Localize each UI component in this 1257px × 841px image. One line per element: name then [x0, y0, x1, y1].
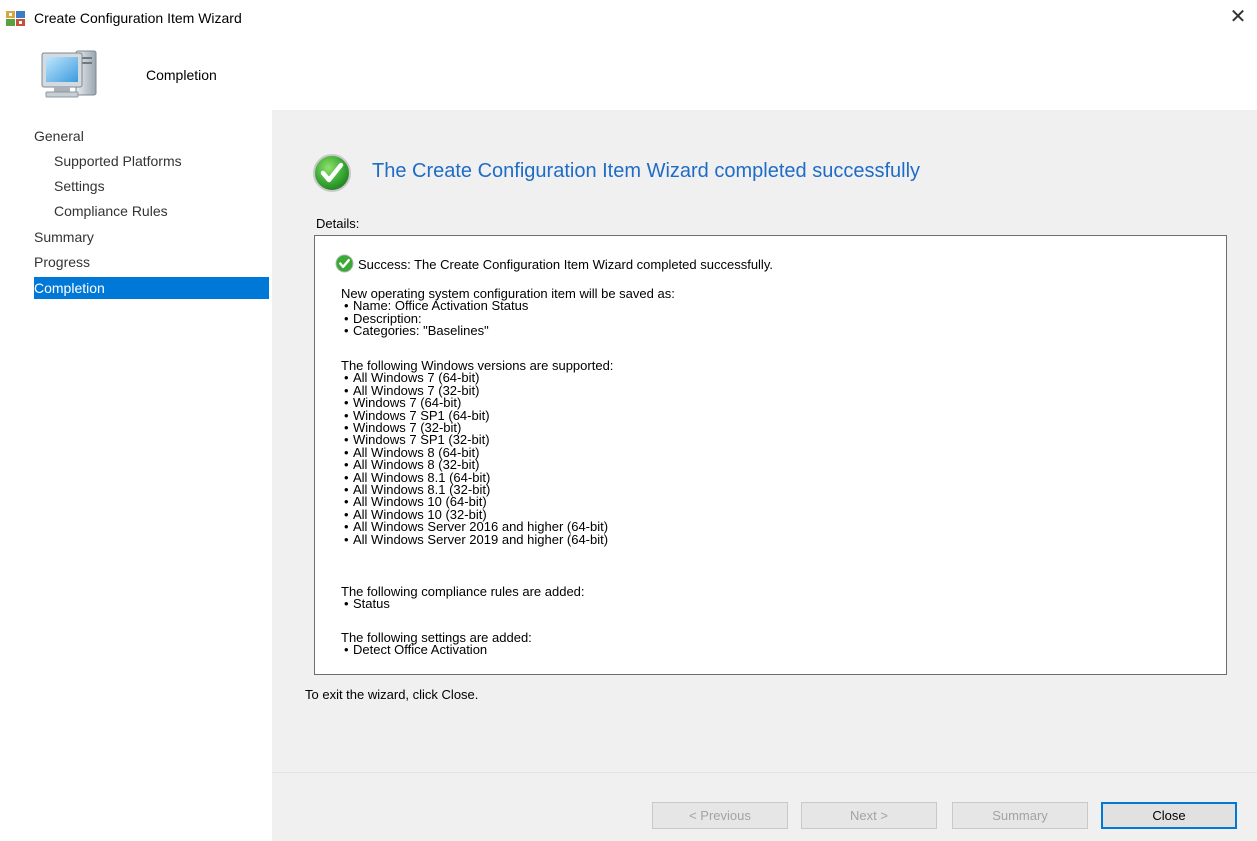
- wizard-header: Completion: [0, 38, 1257, 110]
- list-item: Categories: "Baselines": [341, 324, 675, 338]
- settings-section: The following settings are added: Detect…: [341, 631, 532, 657]
- versions-section: The following Windows versions are suppo…: [341, 359, 613, 547]
- previous-button[interactable]: < Previous: [652, 802, 788, 829]
- list-item: Detect Office Activation: [341, 643, 532, 657]
- list-item: Status: [341, 597, 585, 611]
- nav-item-label: Completion: [34, 280, 105, 296]
- exit-instructions: To exit the wizard, click Close.: [305, 687, 479, 702]
- compliance-rules-section: The following compliance rules are added…: [341, 585, 585, 611]
- nav-item-summary[interactable]: Summary: [34, 226, 269, 248]
- wizard-nav: General Supported Platforms Settings Com…: [0, 110, 272, 841]
- nav-item-label: General: [34, 128, 84, 144]
- summary-button[interactable]: Summary: [952, 802, 1088, 829]
- rules-list: Status: [341, 597, 585, 611]
- title-bar: Create Configuration Item Wizard ✕: [0, 0, 1257, 38]
- close-icon: ✕: [1229, 6, 1247, 28]
- nav-item-label: Settings: [54, 178, 105, 194]
- wizard-app-icon: [6, 11, 25, 26]
- footer-divider: [272, 772, 1257, 773]
- versions-list: All Windows 7 (64-bit) All Windows 7 (32…: [341, 371, 613, 546]
- close-window-button[interactable]: ✕: [1227, 6, 1249, 28]
- nav-item-label: Progress: [34, 254, 91, 270]
- nav-item-general[interactable]: General: [34, 125, 269, 147]
- success-check-icon: [313, 154, 351, 192]
- nav-item-supported-platforms[interactable]: Supported Platforms: [34, 150, 269, 172]
- nav-item-compliance-rules[interactable]: Compliance Rules: [34, 200, 269, 222]
- header-title: Completion: [146, 67, 217, 83]
- list-item: All Windows Server 2019 and higher (64-b…: [341, 532, 613, 546]
- computer-icon: [41, 50, 97, 98]
- next-button[interactable]: Next >: [801, 802, 937, 829]
- nav-item-completion[interactable]: Completion: [34, 277, 269, 299]
- page-title: The Create Configuration Item Wizard com…: [372, 160, 921, 182]
- saved-as-section: New operating system configuration item …: [341, 287, 675, 338]
- details-label: Details:: [316, 216, 360, 231]
- close-button[interactable]: Close: [1101, 802, 1237, 829]
- nav-item-label: Supported Platforms: [54, 153, 182, 169]
- success-check-icon-small: [335, 254, 354, 273]
- settings-list: Detect Office Activation: [341, 643, 532, 657]
- success-text: Success: The Create Configuration Item W…: [358, 257, 773, 272]
- wizard-content: The Create Configuration Item Wizard com…: [272, 110, 1257, 841]
- nav-item-label: Summary: [34, 229, 94, 245]
- nav-item-label: Compliance Rules: [54, 203, 168, 219]
- window-title: Create Configuration Item Wizard: [34, 10, 242, 26]
- nav-item-progress[interactable]: Progress: [34, 251, 269, 273]
- saved-as-list: Name: Office Activation Status Descripti…: [341, 299, 675, 338]
- details-panel: Success: The Create Configuration Item W…: [314, 235, 1227, 675]
- nav-item-settings[interactable]: Settings: [34, 175, 269, 197]
